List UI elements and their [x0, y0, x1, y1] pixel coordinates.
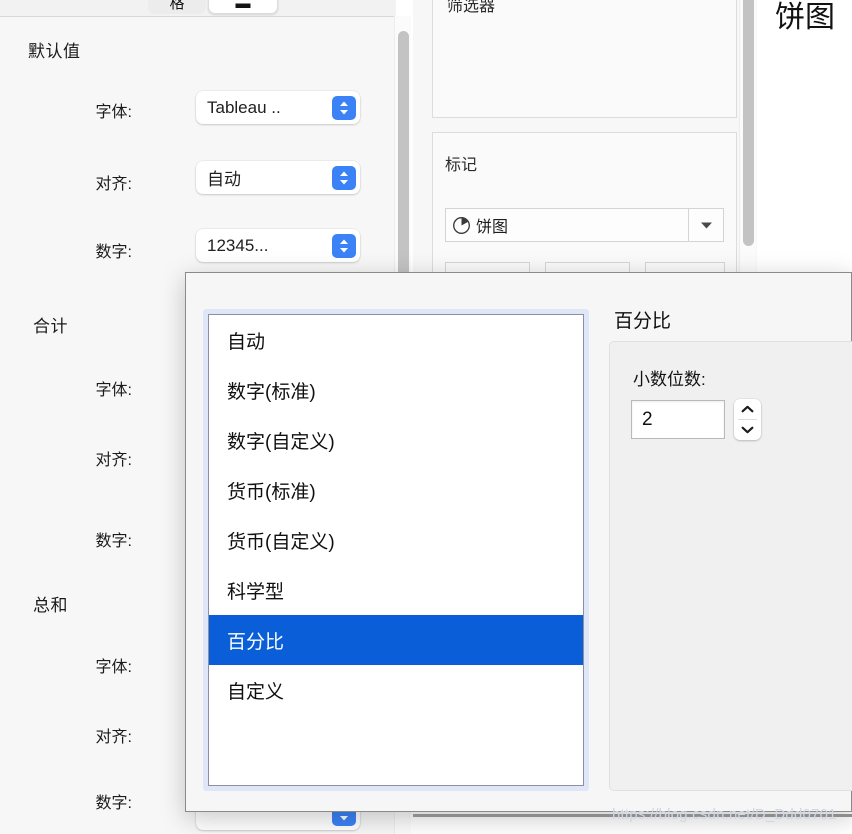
label-defaults-align: 对齐:: [95, 176, 132, 193]
detail-panel: 小数位数: 2: [609, 341, 852, 791]
section-title-grand-total: 总和: [33, 596, 68, 615]
stepper-icon[interactable]: [332, 233, 356, 258]
list-item-label: 数字(自定义): [227, 431, 335, 453]
popup-defaults-font-value: Tableau ..: [207, 97, 281, 117]
pie-chart-icon: [446, 216, 476, 235]
list-item-label: 百分比: [227, 631, 285, 653]
view-title: 饼图: [775, 1, 835, 34]
list-item-selected[interactable]: 百分比: [209, 615, 583, 665]
list-item-label: 科学型: [227, 581, 285, 603]
tab-sheet-label: ▬: [235, 0, 251, 12]
marks-card-title: 标记: [445, 157, 478, 174]
list-item-label: 货币(自定义): [227, 531, 335, 553]
section-title-defaults: 默认值: [28, 42, 81, 61]
marks-type-value: 饼图: [476, 219, 509, 236]
tab-fields-label: 格: [169, 0, 185, 12]
popup-defaults-align-value: 自动: [207, 170, 241, 189]
label-totals-number: 数字:: [95, 533, 132, 550]
label-defaults-number: 数字:: [95, 244, 132, 261]
format-listbox-focus-ring: 自动 数字(标准) 数字(自定义) 货币(标准) 货币(自定义) 科学型 百分比…: [203, 309, 589, 791]
detail-panel-title: 百分比: [614, 311, 672, 332]
filters-card: [432, 0, 737, 118]
list-item[interactable]: 货币(标准): [209, 465, 583, 515]
list-item[interactable]: 数字(标准): [209, 365, 583, 415]
label-grand-font: 字体:: [95, 659, 132, 676]
decimal-places-input[interactable]: 2: [631, 400, 725, 439]
list-item-label: 数字(标准): [227, 381, 316, 403]
list-item[interactable]: 科学型: [209, 565, 583, 615]
section-title-totals: 合计: [33, 317, 68, 336]
popup-defaults-number[interactable]: 12345...: [196, 229, 360, 262]
decimal-places-label: 小数位数:: [633, 370, 706, 389]
format-listbox[interactable]: 自动 数字(标准) 数字(自定义) 货币(标准) 货币(自定义) 科学型 百分比…: [208, 314, 584, 786]
scrollbar-thumb[interactable]: [743, 0, 754, 246]
chevron-up-icon[interactable]: [734, 399, 761, 419]
chevron-down-icon[interactable]: [688, 209, 723, 241]
tab-fields[interactable]: 格: [148, 0, 206, 14]
marks-type-combobox[interactable]: 饼图: [445, 208, 724, 242]
popup-defaults-font[interactable]: Tableau ..: [196, 91, 360, 124]
format-pane-tabs: 格 ▬: [0, 0, 396, 16]
stepper-icon[interactable]: [332, 95, 356, 120]
worksheet-panel-scrollbar[interactable]: [739, 0, 756, 283]
list-item-label: 货币(标准): [227, 481, 316, 503]
watermark: https://blog.csdn.net/D_Ddd0701: [612, 806, 837, 823]
label-grand-align: 对齐:: [95, 729, 132, 746]
label-defaults-font: 字体:: [95, 104, 132, 121]
label-totals-align: 对齐:: [95, 452, 132, 469]
popup-defaults-number-value: 12345...: [207, 235, 269, 255]
label-grand-number: 数字:: [95, 795, 132, 812]
list-item-label: 自定义: [227, 681, 285, 703]
list-item[interactable]: 自动: [209, 315, 583, 365]
list-item[interactable]: 货币(自定义): [209, 515, 583, 565]
decimal-places-value: 2: [642, 408, 653, 430]
tab-sheet[interactable]: ▬: [208, 0, 278, 14]
scrollbar-thumb[interactable]: [398, 31, 409, 286]
list-item[interactable]: 数字(自定义): [209, 415, 583, 465]
chevron-down-icon[interactable]: [734, 420, 761, 440]
stepper-icon[interactable]: [332, 165, 356, 190]
number-format-dialog: 自动 数字(标准) 数字(自定义) 货币(标准) 货币(自定义) 科学型 百分比…: [185, 272, 852, 812]
label-totals-font: 字体:: [95, 382, 132, 399]
list-item-label: 自动: [227, 331, 266, 353]
list-item[interactable]: 自定义: [209, 665, 583, 715]
screenshot-root: 格 ▬ 默认值 字体: Tableau .. 对齐: 自动 数字: 12345.…: [0, 0, 852, 834]
popup-defaults-align[interactable]: 自动: [196, 161, 360, 194]
decimal-places-stepper[interactable]: [734, 399, 761, 440]
filters-card-title: 筛选器: [447, 0, 496, 15]
